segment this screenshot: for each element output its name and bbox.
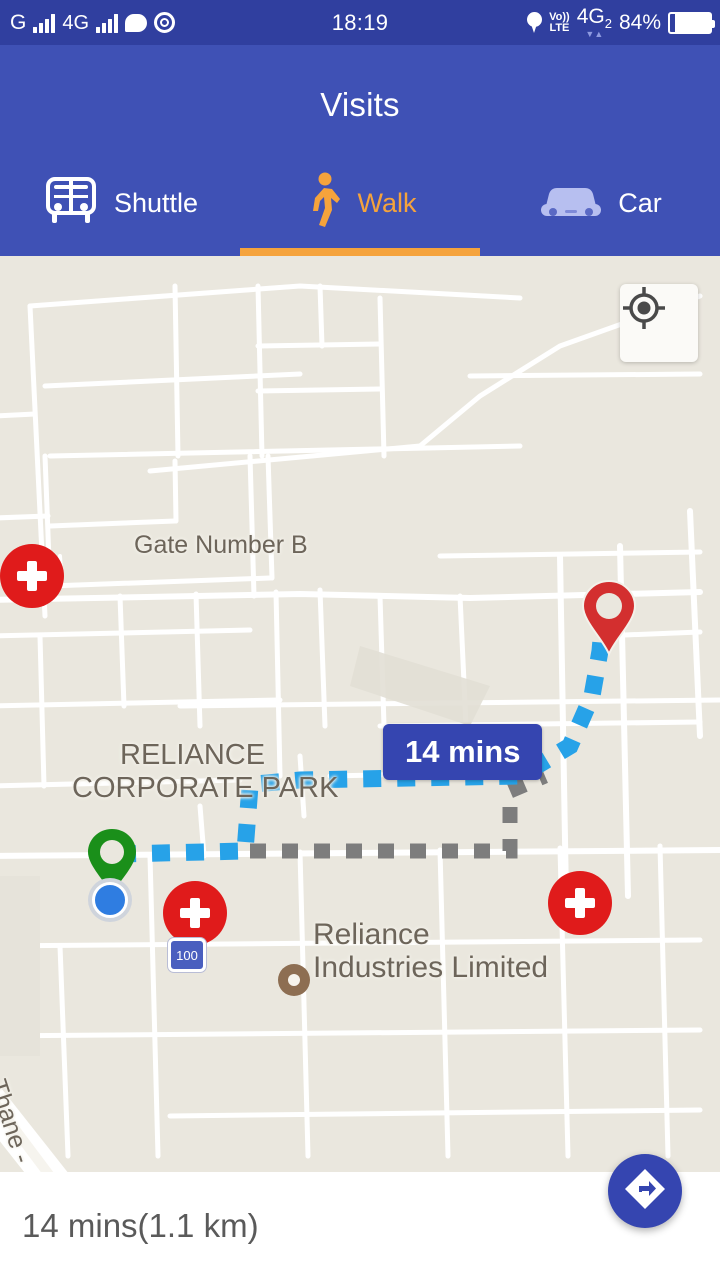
- tab-shuttle-label: Shuttle: [113, 187, 199, 218]
- route-summary-bar: 14 mins(1.1 km): [0, 1154, 720, 1280]
- map-label-reliance-corporate-park-line2: CORPORATE PARK: [72, 772, 339, 804]
- mobile-data-label: 4G2: [576, 4, 612, 32]
- tab-car-label: Car: [618, 187, 662, 218]
- battery-percent-label: 84%: [618, 10, 661, 34]
- hospital-poi-marker-2[interactable]: [163, 881, 227, 945]
- route-summary-label: 14 mins(1.1 km): [22, 1207, 259, 1244]
- eta-badge[interactable]: 14 mins: [383, 724, 543, 780]
- tab-car[interactable]: Car: [480, 160, 720, 256]
- walking-route-path: [117, 615, 612, 863]
- status-bar-right: Vo)) LTE 4G2 ▼▲ 84%: [527, 6, 715, 39]
- my-location-dot: [88, 878, 132, 922]
- directions-icon: [622, 1166, 668, 1217]
- location-icon: [527, 12, 543, 33]
- map-label-gate-number-b: Gate Number B: [134, 531, 308, 559]
- map-label-reliance-corporate-park-line1: RELIANCE: [120, 739, 266, 771]
- data-arrows-icon: ▼▲: [585, 29, 604, 40]
- road-shield-icon: 100: [168, 938, 206, 972]
- hospital-cross-icon: [17, 561, 47, 591]
- hospital-poi-marker-3[interactable]: [548, 871, 612, 935]
- volte-top-label: Vo)): [549, 10, 570, 23]
- app-bar: Visits Shuttle Walk Car: [0, 45, 720, 256]
- walk-icon: [304, 172, 344, 235]
- hospital-cross-icon: [180, 898, 210, 928]
- transport-mode-tabs: Shuttle Walk Car: [0, 160, 720, 256]
- volte-icon: Vo)) LTE: [549, 10, 570, 34]
- battery-icon: [668, 11, 715, 34]
- start-navigation-button[interactable]: [608, 1154, 682, 1228]
- map-label-reliance-line1: Reliance: [313, 918, 430, 951]
- tab-shuttle[interactable]: Shuttle: [0, 160, 240, 256]
- active-tab-indicator: [240, 248, 480, 256]
- my-location-button[interactable]: [620, 284, 698, 362]
- volte-bottom-label: LTE: [549, 21, 570, 34]
- company-poi-dot[interactable]: [278, 964, 310, 996]
- tab-walk-label: Walk: [357, 187, 417, 218]
- app-root: G 4G 18:19 Vo)) LTE 4G2 ▼▲ 84% Visits Sh…: [0, 0, 720, 1280]
- page-title: Visits: [320, 86, 400, 123]
- status-bar: G 4G 18:19 Vo)) LTE 4G2 ▼▲ 84%: [0, 0, 720, 45]
- hospital-poi-marker-1[interactable]: [0, 544, 64, 608]
- tab-walk[interactable]: Walk: [240, 160, 480, 256]
- hospital-cross-icon: [565, 888, 595, 918]
- road-shield-label: 100: [176, 947, 198, 963]
- bus-icon: [42, 176, 100, 230]
- map-canvas[interactable]: Gate Number B RELIANCE CORPORATE PARK Re…: [0, 256, 720, 1172]
- mobile-data-indicator: 4G2 ▼▲: [577, 6, 612, 39]
- map-label-reliance-line2: Industries Limited: [313, 951, 549, 984]
- car-icon: [538, 180, 604, 227]
